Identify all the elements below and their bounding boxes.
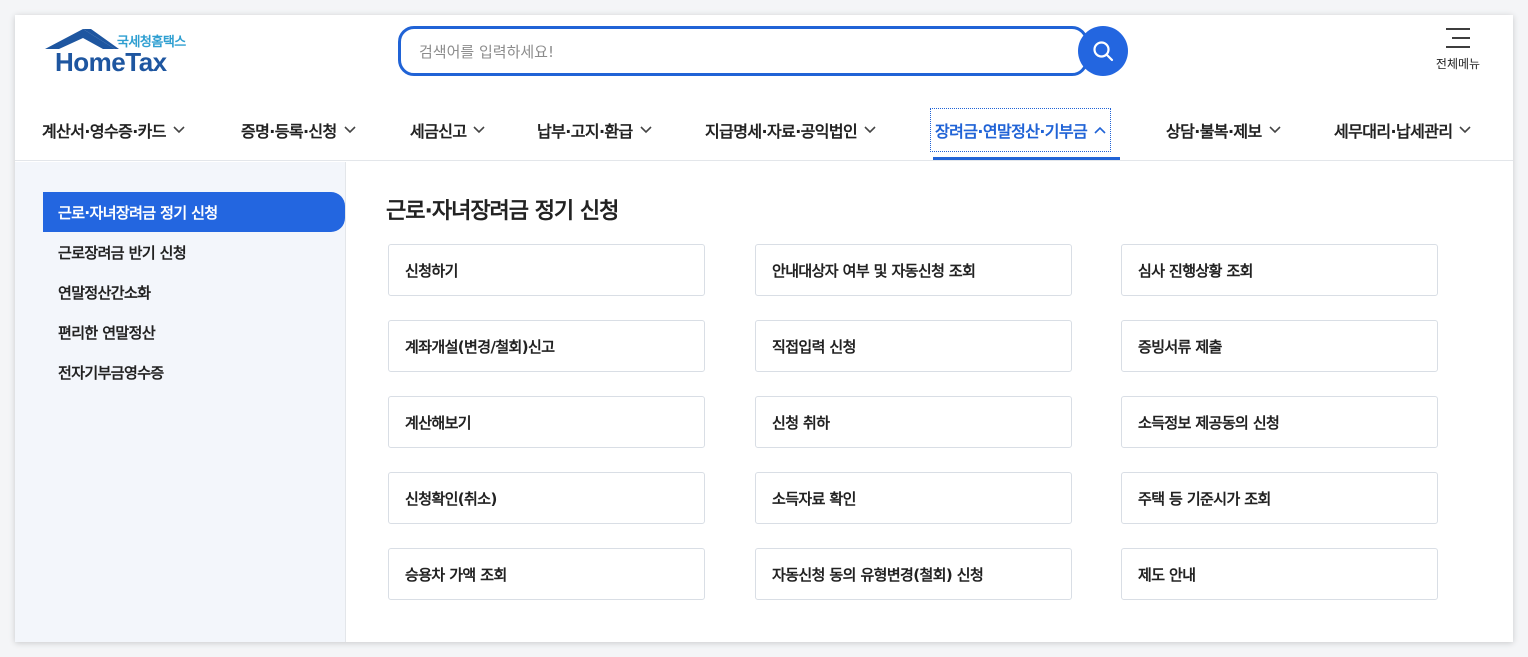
card-apply[interactable]: 신청하기 [388,244,705,296]
card-car-value[interactable]: 승용차 가액 조회 [388,548,705,600]
search-box [398,26,1088,76]
card-calculator[interactable]: 계산해보기 [388,396,705,448]
sidebar-item-donation-receipt[interactable]: 전자기부금영수증 [43,352,345,392]
nav-item-label: 계산서·영수증·카드 [42,122,167,141]
nav-item-label: 세무대리·납세관리 [1334,122,1453,141]
sidebar-item-simplified-settlement[interactable]: 연말정산간소화 [43,272,345,312]
nav-item-label: 세금신고 [410,122,467,141]
main-navigation: 계산서·영수증·카드 증명·등록·신청 세금신고 납부·고지·환급 지급명세·자… [15,99,1513,161]
hometax-logo[interactable]: 국세청홈택스 HomeTax [43,27,203,79]
card-house-price[interactable]: 주택 등 기준시가 조회 [1121,472,1438,524]
nav-item-incentive[interactable]: 장려금·연말정산·기부금 [929,108,1112,152]
all-menu-button[interactable]: 전체메뉴 [1423,27,1493,79]
logo-title: HomeTax [55,47,167,77]
card-eligibility-check[interactable]: 안내대상자 여부 및 자동신청 조회 [755,244,1072,296]
card-income-consent[interactable]: 소득정보 제공동의 신청 [1121,396,1438,448]
card-program-guide[interactable]: 제도 안내 [1121,548,1438,600]
chevron-down-icon [173,126,185,134]
chevron-up-icon [1094,126,1106,134]
card-confirm-cancel[interactable]: 신청확인(취소) [388,472,705,524]
all-menu-label: 전체메뉴 [1435,57,1481,71]
chevron-down-icon [473,126,486,134]
sidebar: 근로·자녀장려금 정기 신청 근로장려금 반기 신청 연말정산간소화 편리한 연… [15,162,346,642]
nav-item-payment-statement[interactable]: 지급명세·자료·공익법인 [705,109,876,151]
sidebar-item-regular-application[interactable]: 근로·자녀장려금 정기 신청 [43,192,345,232]
card-income-check[interactable]: 소득자료 확인 [755,472,1072,524]
search-icon [1093,41,1114,62]
card-submit-documents[interactable]: 증빙서류 제출 [1121,320,1438,372]
card-account-report[interactable]: 계좌개설(변경/철회)신고 [388,320,705,372]
chevron-down-icon [1459,126,1472,134]
nav-item-tax-agent[interactable]: 세무대리·납세관리 [1334,109,1472,151]
nav-item-consult[interactable]: 상담·불복·제보 [1166,109,1281,151]
search-input[interactable] [419,41,1059,63]
chevron-down-icon [344,126,356,134]
search-bar [398,26,1128,77]
sidebar-item-easy-settlement[interactable]: 편리한 연말정산 [43,312,345,352]
nav-item-label: 지급명세·자료·공익법인 [705,122,858,141]
nav-item-tax-filing[interactable]: 세금신고 [410,109,486,151]
page-frame: 국세청홈택스 HomeTax 전체메뉴 계산서·영수증·카드 증명·등록·신 [15,15,1513,642]
nav-item-invoice[interactable]: 계산서·영수증·카드 [42,109,185,151]
chevron-down-icon [1269,126,1281,134]
hamburger-icon [1446,28,1470,48]
active-nav-indicator [933,157,1120,160]
chevron-down-icon [864,126,876,134]
nav-item-label: 장려금·연말정산·기부금 [935,122,1088,141]
nav-item-label: 납부·고지·환급 [537,122,633,141]
card-review-status[interactable]: 심사 진행상황 조회 [1121,244,1438,296]
card-withdraw[interactable]: 신청 취하 [755,396,1072,448]
sidebar-item-half-year-application[interactable]: 근로장려금 반기 신청 [43,232,345,272]
nav-item-certificate[interactable]: 증명·등록·신청 [241,109,356,151]
page-title: 근로·자녀장려금 정기 신청 [386,199,619,224]
nav-item-label: 상담·불복·제보 [1166,122,1262,141]
nav-item-label: 증명·등록·신청 [241,122,337,141]
card-direct-input[interactable]: 직접입력 신청 [755,320,1072,372]
nav-item-payment[interactable]: 납부·고지·환급 [537,109,652,151]
search-button[interactable] [1078,26,1128,76]
chevron-down-icon [640,126,652,134]
card-auto-consent-change[interactable]: 자동신청 동의 유형변경(철회) 신청 [755,548,1072,600]
